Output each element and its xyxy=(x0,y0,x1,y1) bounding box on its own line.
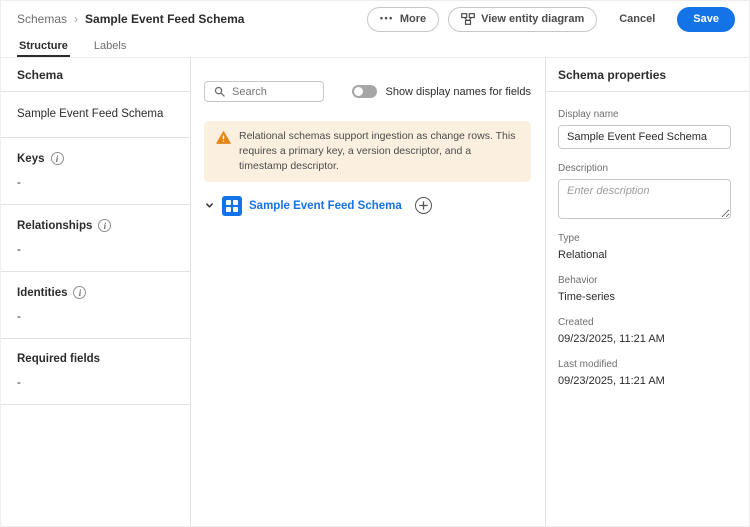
identities-value: - xyxy=(17,311,174,323)
schema-properties-panel: Schema properties Display name Descripti… xyxy=(546,58,749,527)
display-name-input[interactable] xyxy=(558,125,731,149)
schema-sidebar-title: Schema xyxy=(1,58,190,92)
sidebar-section-keys-label-row: Keys i xyxy=(17,152,174,165)
canvas-toolbar: Show display names for fields xyxy=(204,81,531,102)
toggle-knob xyxy=(354,87,363,96)
required-fields-value: - xyxy=(17,377,174,389)
behavior-label: Behavior xyxy=(558,275,731,286)
view-entity-diagram-button[interactable]: View entity diagram xyxy=(448,7,597,32)
field-search-box xyxy=(204,81,324,102)
last-modified-value: 09/23/2025, 11:21 AM xyxy=(558,375,731,387)
created-label: Created xyxy=(558,317,731,328)
sidebar-section-identities-label-row: Identities i xyxy=(17,286,174,299)
breadcrumb-current: Sample Event Feed Schema xyxy=(85,12,244,26)
topbar: Schemas › Sample Event Feed Schema ••• M… xyxy=(1,1,749,37)
more-button[interactable]: ••• More xyxy=(367,7,439,32)
relationships-label: Relationships xyxy=(17,220,92,232)
schema-sidebar: Schema Sample Event Feed Schema Keys i -… xyxy=(1,58,191,527)
breadcrumb-separator: › xyxy=(74,12,78,26)
schema-node-icon xyxy=(222,196,242,216)
show-display-names-toggle-label: Show display names for fields xyxy=(385,86,531,98)
cancel-button[interactable]: Cancel xyxy=(606,7,668,32)
save-button[interactable]: Save xyxy=(677,7,735,32)
more-button-label: More xyxy=(400,13,426,25)
display-names-toggle-group: Show display names for fields xyxy=(352,85,531,98)
relationships-info-icon[interactable]: i xyxy=(98,219,111,232)
required-fields-label: Required fields xyxy=(17,353,100,365)
description-textarea[interactable] xyxy=(558,179,731,219)
schema-properties-body: Display name Description Type Relational… xyxy=(546,92,749,387)
plus-icon xyxy=(419,201,428,210)
sidebar-section-relationships: Relationships i - xyxy=(1,205,190,272)
sidebar-section-required-fields: Required fields - xyxy=(1,339,190,405)
last-modified-label: Last modified xyxy=(558,359,731,370)
schema-root-node: Sample Event Feed Schema xyxy=(204,196,531,216)
chevron-down-icon[interactable] xyxy=(204,199,215,212)
sidebar-section-keys: Keys i - xyxy=(1,138,190,205)
more-dots-icon: ••• xyxy=(380,13,394,23)
display-name-label: Display name xyxy=(558,109,731,120)
identities-label: Identities xyxy=(17,287,67,299)
breadcrumb: Schemas › Sample Event Feed Schema xyxy=(17,12,244,26)
view-entity-diagram-label: View entity diagram xyxy=(481,13,584,25)
keys-value: - xyxy=(17,177,174,189)
description-label: Description xyxy=(558,163,731,174)
structure-canvas: Show display names for fields Relational… xyxy=(191,58,546,527)
sidebar-section-relationships-label-row: Relationships i xyxy=(17,219,174,232)
relationships-value: - xyxy=(17,244,174,256)
tab-structure[interactable]: Structure xyxy=(17,40,70,57)
sidebar-section-identities: Identities i - xyxy=(1,272,190,339)
sidebar-section-required-fields-label-row: Required fields xyxy=(17,353,174,365)
created-value: 09/23/2025, 11:21 AM xyxy=(558,333,731,345)
search-icon xyxy=(214,86,225,97)
relational-warning-banner: Relational schemas support ingestion as … xyxy=(204,121,531,182)
search-input[interactable] xyxy=(232,86,314,98)
breadcrumb-schemas-link[interactable]: Schemas xyxy=(17,12,67,26)
keys-label: Keys xyxy=(17,153,45,165)
keys-info-icon[interactable]: i xyxy=(51,152,64,165)
entity-diagram-icon xyxy=(461,13,475,25)
schema-editor-app: Schemas › Sample Event Feed Schema ••• M… xyxy=(0,0,750,527)
topbar-actions: ••• More View entity diagram Cancel Save xyxy=(367,7,735,32)
warning-text: Relational schemas support ingestion as … xyxy=(239,129,521,174)
warning-icon xyxy=(216,131,231,149)
add-field-button[interactable] xyxy=(415,197,432,214)
sidebar-item-schema-name[interactable]: Sample Event Feed Schema xyxy=(1,92,190,138)
content: Schema Sample Event Feed Schema Keys i -… xyxy=(1,58,749,527)
tab-labels[interactable]: Labels xyxy=(92,40,128,57)
type-label: Type xyxy=(558,233,731,244)
show-display-names-toggle[interactable] xyxy=(352,85,377,98)
schema-node-label[interactable]: Sample Event Feed Schema xyxy=(249,200,402,212)
schema-properties-title: Schema properties xyxy=(546,58,749,92)
type-value: Relational xyxy=(558,249,731,261)
tab-bar: Structure Labels xyxy=(1,37,749,58)
behavior-value: Time-series xyxy=(558,291,731,303)
identities-info-icon[interactable]: i xyxy=(73,286,86,299)
